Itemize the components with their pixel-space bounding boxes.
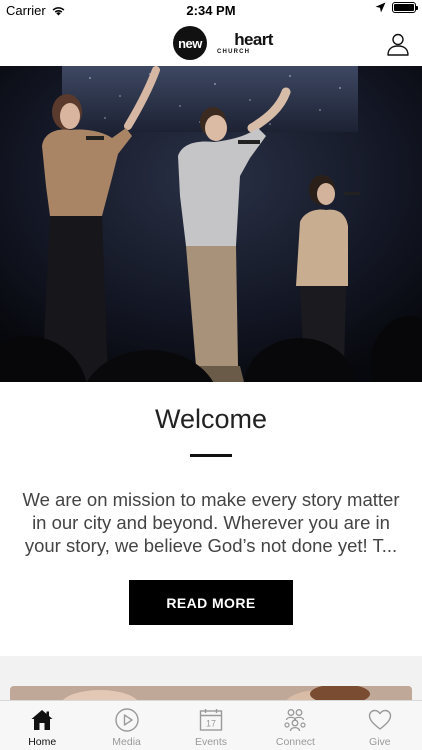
tab-media[interactable]: Media xyxy=(84,701,168,750)
tab-bar: Home Media 17 Events Connect Give xyxy=(0,700,422,750)
title-divider xyxy=(190,454,232,457)
tab-events[interactable]: 17 Events xyxy=(169,701,253,750)
status-right xyxy=(375,2,418,13)
play-circle-icon xyxy=(114,708,139,732)
welcome-body: We are on mission to make every story ma… xyxy=(22,489,400,556)
status-time: 2:34 PM xyxy=(186,3,236,18)
welcome-card: Welcome We are on mission to make every … xyxy=(0,382,422,656)
profile-icon[interactable] xyxy=(386,32,410,56)
tab-home-label: Home xyxy=(28,736,57,748)
welcome-title: Welcome xyxy=(154,404,268,434)
logo-wordmark: newheart xyxy=(234,30,273,49)
church-logo[interactable]: new newheart CHURCH xyxy=(173,26,273,60)
tab-give-label: Give xyxy=(369,736,391,748)
read-more-button[interactable]: READ MORE xyxy=(129,580,293,625)
tab-connect[interactable]: Connect xyxy=(253,701,337,750)
calendar-icon: 17 xyxy=(199,709,223,731)
tab-give[interactable]: Give xyxy=(338,701,422,750)
status-bar: Carrier 2:34 PM xyxy=(0,0,422,22)
calendar-day: 17 xyxy=(206,719,216,729)
worship-stage-illustration xyxy=(0,66,422,382)
battery-icon xyxy=(392,2,418,13)
logo-subtitle: CHURCH xyxy=(217,49,251,55)
people-icon xyxy=(284,709,307,732)
tab-home[interactable]: Home xyxy=(0,701,84,750)
tab-connect-label: Connect xyxy=(275,736,315,748)
app-header: new newheart CHURCH xyxy=(0,22,422,66)
heart-icon xyxy=(368,709,392,730)
logo-mark: new xyxy=(173,26,207,60)
home-icon xyxy=(31,710,53,730)
tab-events-label: Events xyxy=(194,736,228,748)
location-arrow-icon xyxy=(375,2,386,13)
tab-media-label: Media xyxy=(112,736,141,748)
hero-image xyxy=(0,66,422,382)
